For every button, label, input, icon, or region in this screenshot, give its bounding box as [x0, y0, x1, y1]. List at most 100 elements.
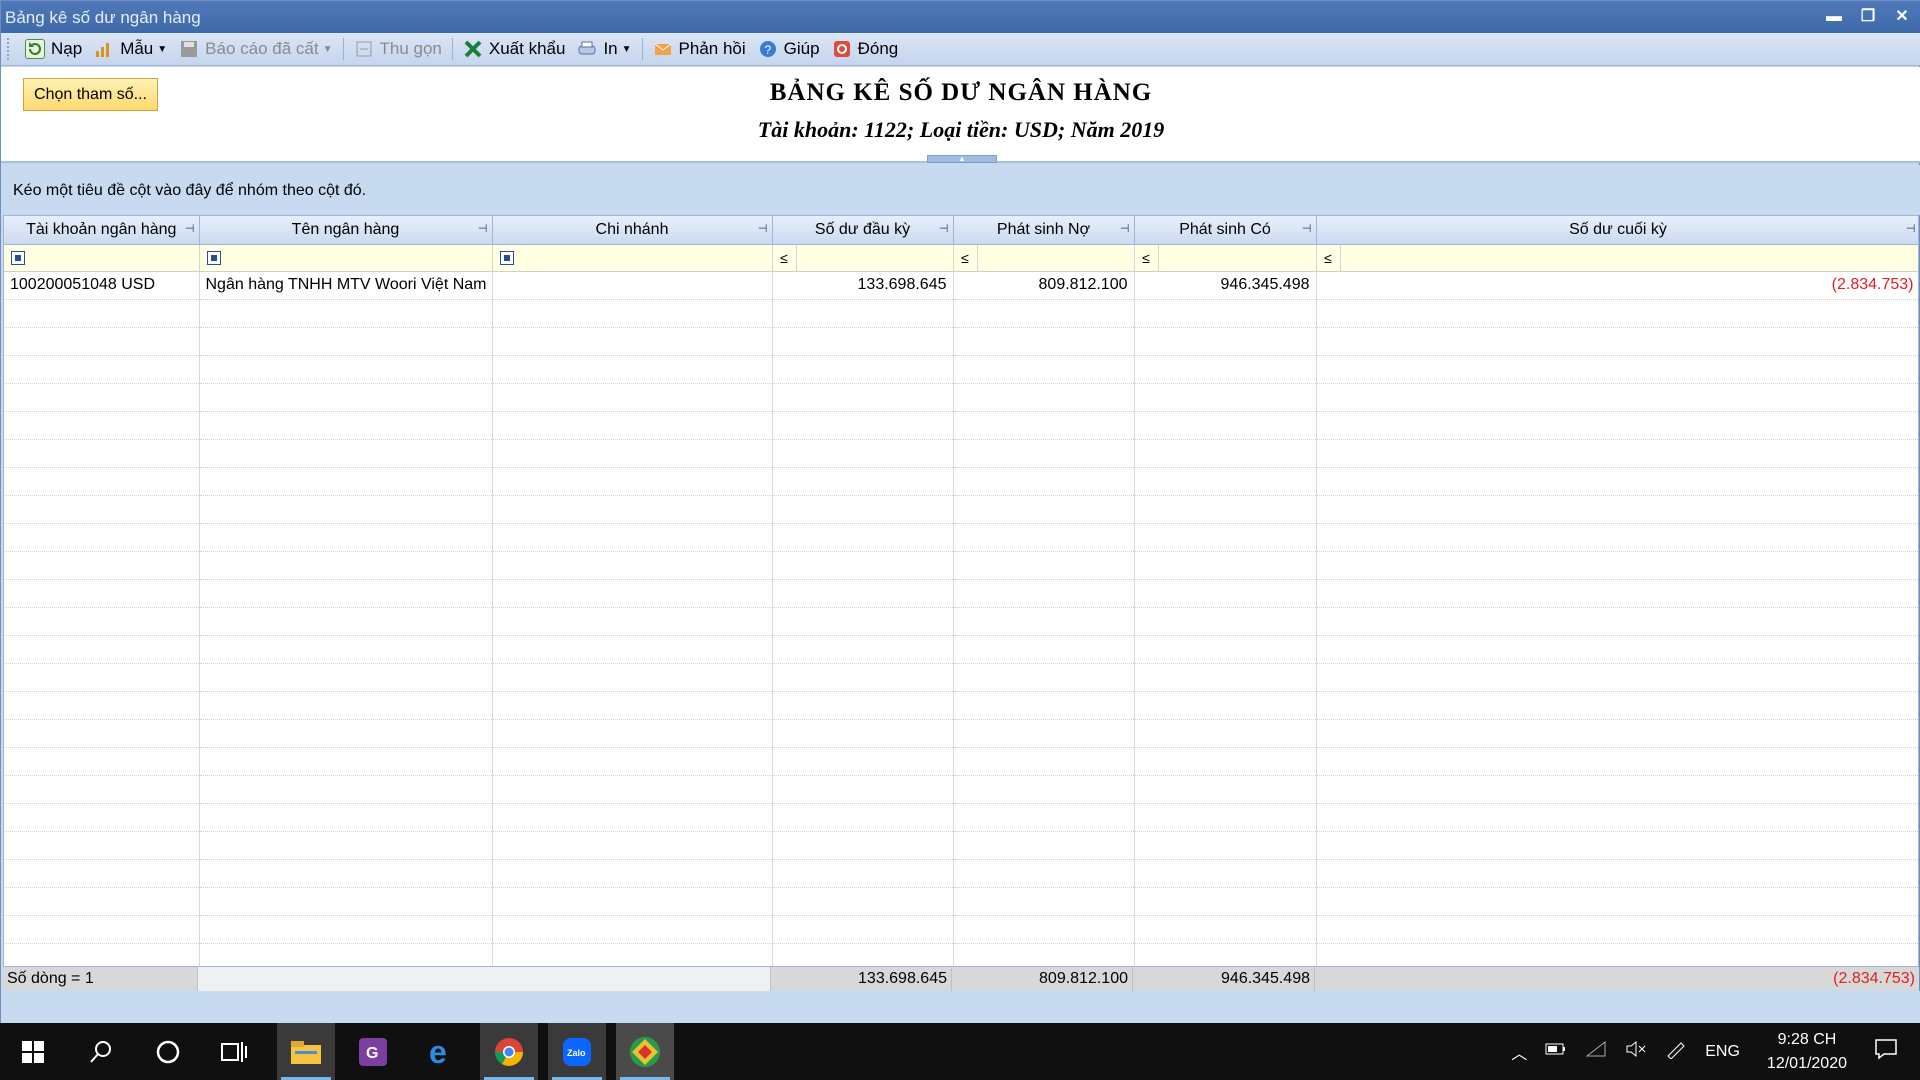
column-header[interactable]: Phát sinh Nợ ⊣: [953, 216, 1135, 245]
empty-row[interactable]: [4, 775, 1918, 804]
cortana-icon[interactable]: [139, 1023, 197, 1080]
empty-row[interactable]: [4, 467, 1918, 496]
empty-cell[interactable]: [953, 915, 1135, 944]
empty-row[interactable]: [4, 607, 1918, 636]
empty-cell[interactable]: [492, 803, 773, 832]
empty-cell[interactable]: [4, 355, 200, 384]
pdf-app-icon[interactable]: G: [344, 1023, 402, 1080]
empty-cell[interactable]: [772, 439, 954, 468]
empty-cell[interactable]: [1316, 747, 1918, 776]
cell-bank[interactable]: Ngân hàng TNHH MTV Woori Việt Nam: [199, 271, 493, 300]
cell-opening[interactable]: 133.698.645: [772, 271, 954, 300]
empty-cell[interactable]: [4, 803, 200, 832]
empty-row[interactable]: [4, 299, 1918, 328]
empty-row[interactable]: [4, 579, 1918, 608]
empty-cell[interactable]: [199, 663, 493, 692]
print-button[interactable]: In ▼: [571, 35, 637, 63]
empty-cell[interactable]: [199, 859, 493, 888]
empty-row[interactable]: [4, 355, 1918, 384]
cell-credit[interactable]: 946.345.498: [1134, 271, 1317, 300]
empty-cell[interactable]: [953, 803, 1135, 832]
empty-cell[interactable]: [1134, 691, 1317, 720]
empty-row[interactable]: [4, 523, 1918, 552]
empty-cell[interactable]: [953, 747, 1135, 776]
empty-cell[interactable]: [1134, 747, 1317, 776]
empty-cell[interactable]: [1316, 327, 1918, 356]
empty-row[interactable]: [4, 411, 1918, 440]
template-button[interactable]: Mẫu ▼: [88, 35, 173, 63]
empty-cell[interactable]: [772, 747, 954, 776]
battery-icon[interactable]: [1545, 1042, 1567, 1061]
cell-account[interactable]: 100200051048 USD: [4, 271, 200, 300]
empty-cell[interactable]: [1134, 495, 1317, 524]
pin-icon[interactable]: ⊣: [939, 222, 949, 235]
empty-cell[interactable]: [492, 859, 773, 888]
empty-cell[interactable]: [4, 607, 200, 636]
chrome-icon[interactable]: [480, 1023, 538, 1080]
empty-cell[interactable]: [1316, 775, 1918, 804]
empty-cell[interactable]: [492, 607, 773, 636]
empty-cell[interactable]: [4, 775, 200, 804]
empty-cell[interactable]: [1316, 551, 1918, 580]
restore-button[interactable]: ❐: [1855, 5, 1881, 29]
filter-cell[interactable]: [492, 244, 773, 272]
empty-row[interactable]: [4, 383, 1918, 412]
empty-cell[interactable]: [1316, 887, 1918, 916]
empty-cell[interactable]: [1316, 663, 1918, 692]
empty-cell[interactable]: [1134, 383, 1317, 412]
edge-icon[interactable]: e: [412, 1023, 470, 1080]
empty-cell[interactable]: [1316, 383, 1918, 412]
empty-cell[interactable]: [1134, 775, 1317, 804]
empty-cell[interactable]: [1134, 551, 1317, 580]
filter-cell[interactable]: ≤: [1316, 244, 1918, 272]
cell-debit[interactable]: 809.812.100: [953, 271, 1135, 300]
empty-cell[interactable]: [772, 859, 954, 888]
filter-cell[interactable]: ≤: [772, 244, 954, 272]
filter-icon[interactable]: [206, 251, 221, 265]
empty-cell[interactable]: [199, 411, 493, 440]
empty-cell[interactable]: [492, 635, 773, 664]
filter-operator[interactable]: ≤: [773, 244, 797, 271]
empty-cell[interactable]: [199, 635, 493, 664]
empty-cell[interactable]: [492, 691, 773, 720]
empty-cell[interactable]: [199, 915, 493, 944]
empty-cell[interactable]: [199, 831, 493, 860]
empty-cell[interactable]: [953, 523, 1135, 552]
empty-cell[interactable]: [1134, 663, 1317, 692]
empty-cell[interactable]: [492, 831, 773, 860]
empty-cell[interactable]: [772, 775, 954, 804]
empty-cell[interactable]: [1134, 523, 1317, 552]
empty-cell[interactable]: [953, 439, 1135, 468]
pin-icon[interactable]: ⊣: [1906, 222, 1916, 235]
empty-row[interactable]: [4, 747, 1918, 776]
empty-row[interactable]: [4, 495, 1918, 524]
empty-cell[interactable]: [199, 467, 493, 496]
filter-cell[interactable]: ≤: [953, 244, 1135, 272]
empty-cell[interactable]: [772, 467, 954, 496]
cell-branch[interactable]: [492, 271, 773, 300]
empty-cell[interactable]: [199, 551, 493, 580]
filter-cell[interactable]: ≤: [1134, 244, 1317, 272]
column-header[interactable]: Số dư đầu kỳ ⊣: [772, 216, 954, 245]
column-header[interactable]: Chi nhánh ⊣: [492, 216, 773, 245]
empty-cell[interactable]: [1316, 495, 1918, 524]
empty-row[interactable]: [4, 719, 1918, 748]
empty-cell[interactable]: [1134, 467, 1317, 496]
close-report-button[interactable]: Đóng: [826, 35, 905, 63]
empty-cell[interactable]: [4, 663, 200, 692]
empty-cell[interactable]: [492, 747, 773, 776]
empty-cell[interactable]: [199, 355, 493, 384]
empty-cell[interactable]: [1134, 411, 1317, 440]
empty-cell[interactable]: [4, 635, 200, 664]
empty-cell[interactable]: [953, 887, 1135, 916]
empty-cell[interactable]: [199, 299, 493, 328]
empty-cell[interactable]: [1316, 523, 1918, 552]
empty-cell[interactable]: [492, 915, 773, 944]
empty-cell[interactable]: [1134, 439, 1317, 468]
empty-cell[interactable]: [199, 775, 493, 804]
empty-cell[interactable]: [199, 691, 493, 720]
empty-cell[interactable]: [492, 719, 773, 748]
file-explorer-icon[interactable]: [277, 1023, 335, 1080]
empty-cell[interactable]: [1134, 635, 1317, 664]
empty-cell[interactable]: [1134, 831, 1317, 860]
